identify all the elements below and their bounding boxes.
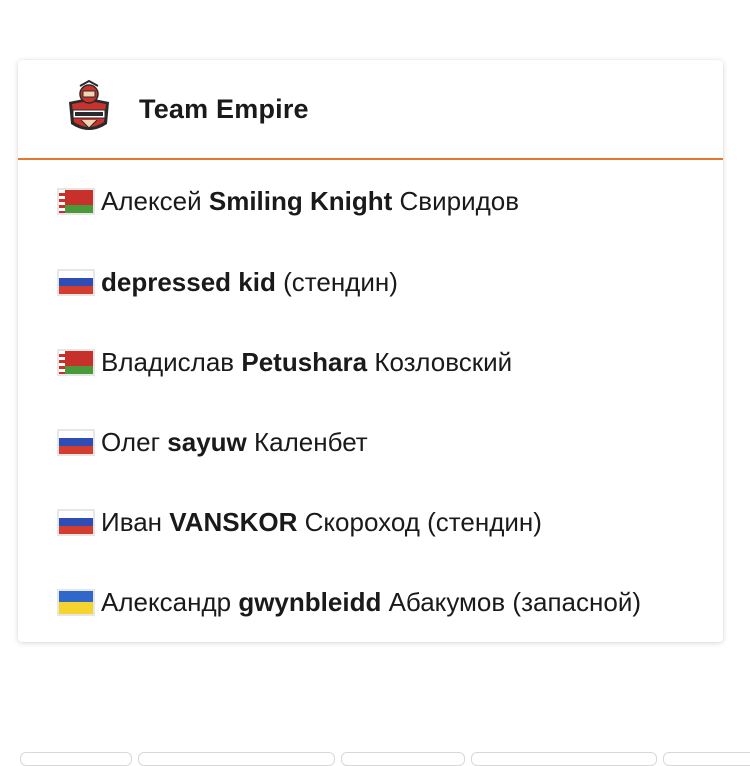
- player-nickname: depressed kid: [101, 266, 276, 297]
- player-row: depressed kid (стендин): [18, 242, 723, 322]
- tab-stub[interactable]: [663, 752, 750, 766]
- player-first-name: Олег: [101, 426, 161, 457]
- team-roster-card: Team Empire Алексей Smiling Knight Свири…: [18, 60, 723, 642]
- player-nickname: Smiling Knight: [208, 185, 393, 216]
- player-last-name: Абакумов: [388, 586, 506, 617]
- player-row: Алексей Smiling Knight Свиридов: [18, 160, 723, 242]
- russia-flag-icon: [57, 268, 95, 296]
- player-first-name: Александр: [101, 586, 232, 617]
- player-name: Олег sayuw Каленбет: [101, 427, 368, 458]
- player-nickname: VANSKOR: [169, 506, 298, 537]
- player-nickname: Petushara: [241, 346, 368, 377]
- player-role-note: (стендин): [283, 266, 398, 297]
- player-row: Владислав Petushara Козловский: [18, 322, 723, 402]
- player-name: Иван VANSKOR Скороход (стендин): [101, 507, 542, 538]
- player-name: Владислав Petushara Козловский: [101, 347, 512, 378]
- russia-flag-icon: [57, 428, 95, 456]
- player-last-name: Козловский: [374, 346, 513, 377]
- player-nickname: gwynbleidd: [238, 586, 382, 617]
- player-row: Олег sayuw Каленбет: [18, 402, 723, 482]
- player-role-note: (запасной): [512, 586, 641, 617]
- tab-stub[interactable]: [341, 752, 465, 766]
- player-name: Алексей Smiling Knight Свиридов: [101, 186, 519, 217]
- player-name: Александр gwynbleidd Абакумов (запасной): [101, 587, 641, 618]
- player-first-name: Владислав: [101, 346, 235, 377]
- player-last-name: Свиридов: [399, 185, 520, 216]
- tab-stub[interactable]: [20, 752, 132, 766]
- player-last-name: Каленбет: [254, 426, 368, 457]
- team-name: Team Empire: [139, 93, 309, 124]
- player-last-name: Скороход: [304, 506, 420, 537]
- tab-stub[interactable]: [471, 752, 657, 766]
- ukraine-flag-icon: [57, 588, 95, 616]
- player-name: depressed kid (стендин): [101, 267, 398, 298]
- tab-stub[interactable]: [138, 752, 335, 766]
- russia-flag-icon: [57, 508, 95, 536]
- belarus-flag-icon: [57, 348, 95, 376]
- player-first-name: Алексей: [101, 185, 202, 216]
- team-header: Team Empire: [18, 60, 723, 160]
- player-role-note: (стендин): [427, 506, 542, 537]
- player-row: Иван VANSKOR Скороход (стендин): [18, 482, 723, 562]
- team-empire-logo-icon: [69, 80, 109, 130]
- belarus-flag-icon: [57, 187, 95, 215]
- player-row: Александр gwynbleidd Абакумов (запасной): [18, 562, 723, 642]
- player-first-name: Иван: [101, 506, 163, 537]
- player-nickname: sayuw: [167, 426, 247, 457]
- player-list: Алексей Smiling Knight Свиридов depressed…: [18, 160, 723, 642]
